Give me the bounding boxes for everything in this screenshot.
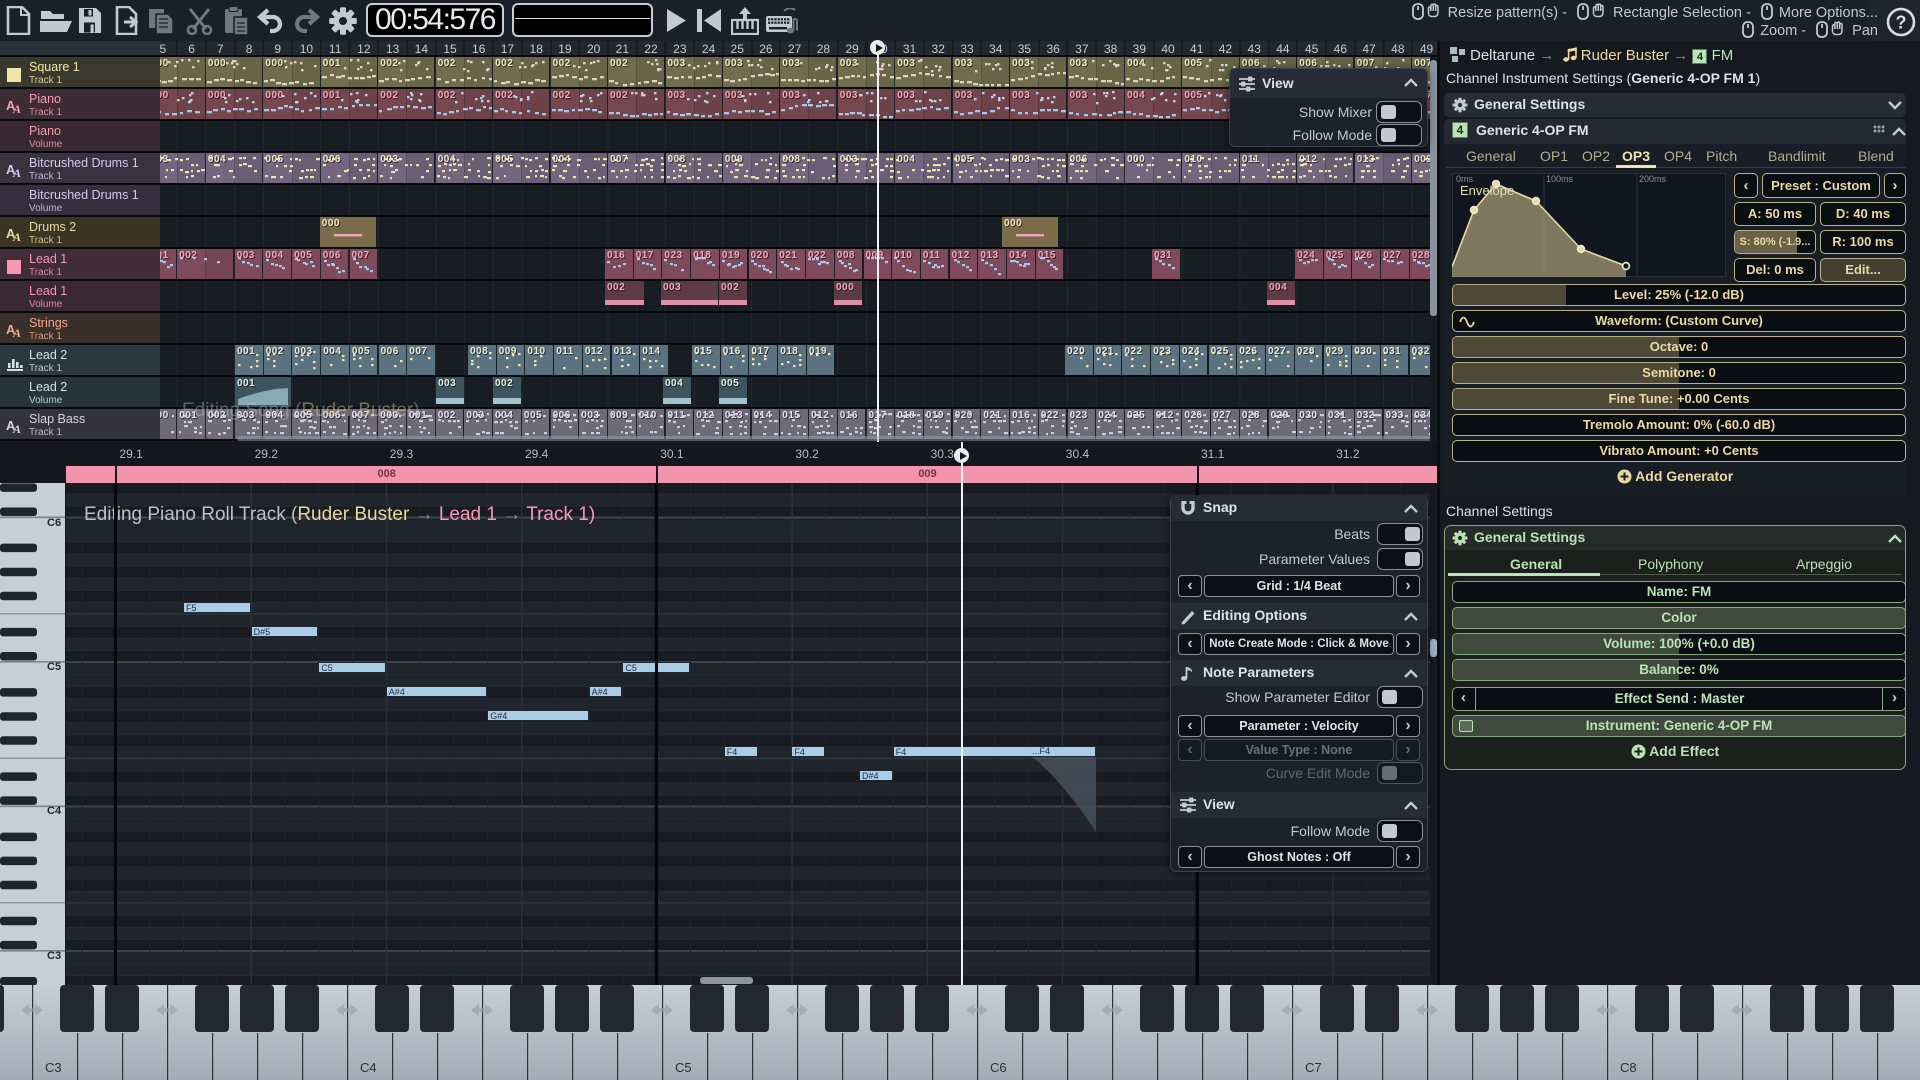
svg-text:?: ? [1896,13,1907,33]
